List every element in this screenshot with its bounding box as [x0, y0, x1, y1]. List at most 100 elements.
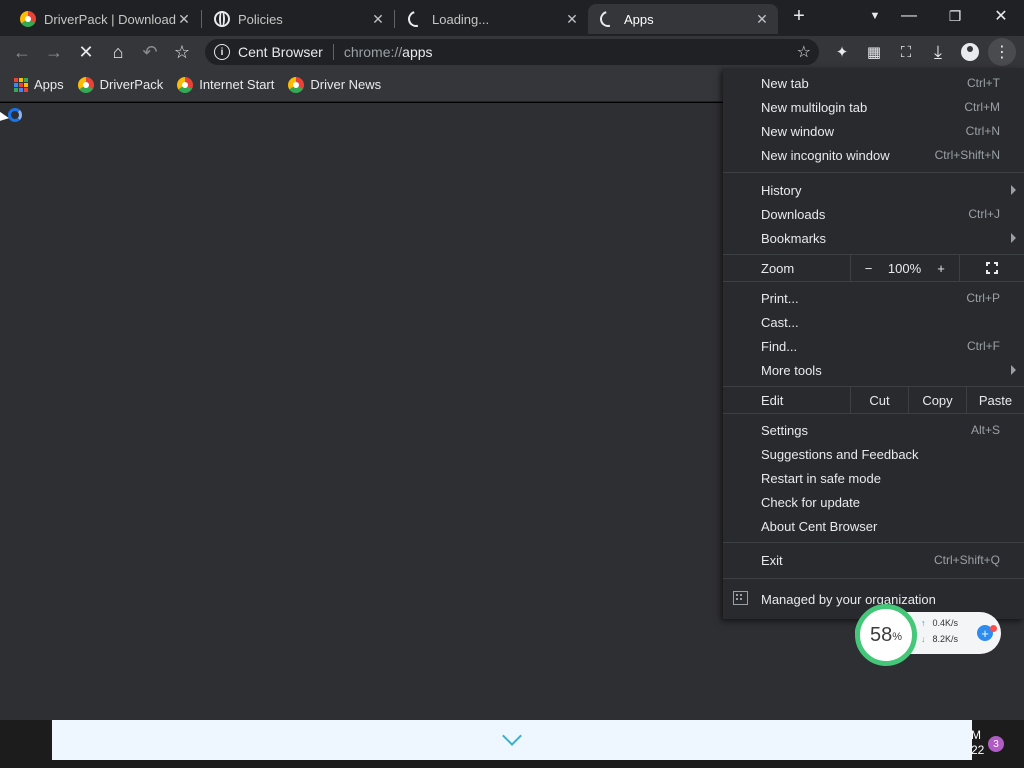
forward-button[interactable]: → [40, 38, 68, 66]
loading-spinner-icon [597, 8, 619, 30]
menu-item-label: New multilogin tab [761, 99, 868, 115]
menu-shortcut: Ctrl+N [965, 124, 1000, 138]
tab-strip: DriverPack | Download fr ✕ Policies ✕ Lo… [0, 0, 1024, 36]
menu-item-new-window[interactable]: New window Ctrl+N [723, 119, 1024, 143]
menu-button[interactable]: ⋮ [988, 38, 1016, 66]
menu-item-exit[interactable]: Exit Ctrl+Shift+Q [723, 548, 1024, 572]
home-button[interactable]: ⌂ [104, 38, 132, 66]
building-icon [733, 591, 748, 605]
menu-item-about[interactable]: About Cent Browser [723, 514, 1024, 538]
star-icon[interactable]: ☆ [797, 42, 811, 62]
memory-gauge[interactable]: 58% [855, 604, 917, 666]
tile-tabs-button[interactable]: ▦ [860, 38, 888, 66]
menu-item-cast[interactable]: Cast... [723, 310, 1024, 334]
menu-item-new-incognito-window[interactable]: New incognito window Ctrl+Shift+N [723, 143, 1024, 167]
menu-item-find[interactable]: Find... Ctrl+F [723, 334, 1024, 358]
downloads-button[interactable]: ⤓ [924, 38, 952, 66]
minimize-button[interactable]: — [886, 0, 932, 32]
menu-item-label: New window [761, 123, 834, 139]
bookmark-apps[interactable]: Apps [14, 77, 64, 92]
taskbar-clock[interactable]: M 22 [971, 728, 984, 758]
tab-title: Loading... [432, 11, 490, 27]
menu-shortcut: Ctrl+P [966, 291, 1000, 305]
new-tab-button[interactable]: + [777, 0, 821, 32]
menu-item-bookmarks[interactable]: Bookmarks [723, 226, 1024, 250]
address-bar[interactable]: i Cent Browser chrome://apps ☆ [205, 39, 819, 65]
close-icon[interactable]: ✕ [564, 11, 580, 27]
menu-item-label: Check for update [761, 494, 861, 510]
tab-driverpack[interactable]: DriverPack | Download fr ✕ [8, 4, 200, 34]
close-icon[interactable]: ✕ [370, 11, 386, 27]
bookmark-driverpack[interactable]: DriverPack [77, 76, 163, 93]
menu-item-settings[interactable]: Settings Alt+S [723, 418, 1024, 442]
menu-shortcut: Ctrl+J [968, 207, 1000, 221]
menu-item-check-update[interactable]: Check for update [723, 490, 1024, 514]
upload-arrow-icon: ↑ [921, 618, 926, 628]
globe-icon [214, 11, 230, 27]
tab-title: Policies [238, 11, 283, 27]
menu-item-new-tab[interactable]: New tab Ctrl+T [723, 71, 1024, 95]
fullscreen-button[interactable] [959, 255, 1023, 281]
menu-item-label: Find... [761, 338, 798, 354]
menu-item-label: Cast... [761, 314, 799, 330]
zoom-out-button[interactable]: − [850, 255, 886, 281]
apps-grid-icon [14, 77, 28, 92]
menu-item-label: Restart in safe mode [761, 470, 881, 486]
profile-button[interactable] [956, 38, 984, 66]
fullscreen-icon [985, 262, 998, 274]
account-icon [961, 43, 979, 61]
crop-button[interactable]: ⛶ [892, 38, 920, 66]
url-path: apps [402, 44, 433, 60]
menu-item-label: Print... [761, 290, 799, 306]
menu-item-new-multilogin-tab[interactable]: New multilogin tab Ctrl+M [723, 95, 1024, 119]
bookmark-driver-news[interactable]: Driver News [288, 76, 382, 93]
bookmark-star-button[interactable]: ☆ [168, 38, 196, 66]
extensions-button[interactable]: ✦ [828, 38, 856, 66]
menu-item-label: New tab [761, 75, 809, 91]
close-icon[interactable]: ✕ [754, 11, 770, 27]
tab-loading[interactable]: Loading... ✕ [396, 4, 588, 34]
menu-separator [723, 281, 1024, 282]
close-window-button[interactable]: ✕ [978, 0, 1024, 32]
tab-policies[interactable]: Policies ✕ [202, 4, 394, 34]
submenu-arrow-icon [1011, 233, 1016, 243]
tab-apps[interactable]: Apps ✕ [588, 4, 778, 34]
menu-shortcut: Ctrl+T [967, 76, 1000, 90]
site-chip-label: Cent Browser [238, 44, 323, 60]
driverpack-icon [77, 76, 94, 93]
bookmark-internet-start[interactable]: Internet Start [177, 76, 274, 93]
menu-item-label: Settings [761, 422, 808, 438]
menu-item-suggestions-feedback[interactable]: Suggestions and Feedback [723, 442, 1024, 466]
clock-line-1: M [971, 728, 981, 742]
menu-item-restart-safe-mode[interactable]: Restart in safe mode [723, 466, 1024, 490]
driverpack-icon [177, 76, 194, 93]
notification-strip[interactable] [52, 720, 972, 760]
gauge-percent-sign: % [892, 631, 903, 643]
site-info-icon[interactable]: i [214, 44, 230, 60]
stop-button[interactable]: ✕ [72, 38, 100, 66]
restore-button[interactable]: ❐ [932, 0, 978, 32]
menu-shortcut: Ctrl+M [964, 100, 1000, 114]
copy-button[interactable]: Copy [908, 387, 966, 413]
upload-speed-value: 0.4K/s [932, 618, 959, 628]
cut-button[interactable]: Cut [850, 387, 908, 413]
paste-button[interactable]: Paste [966, 387, 1024, 413]
bookmark-label: Driver News [310, 77, 382, 92]
notification-count-badge[interactable]: 3 [988, 736, 1004, 752]
undo-close-tab-button[interactable]: ↶ [136, 38, 164, 66]
tab-divider [394, 10, 395, 28]
menu-item-more-tools[interactable]: More tools [723, 358, 1024, 382]
driverpack-icon [20, 11, 36, 27]
loading-spinner-icon [405, 8, 427, 30]
menu-item-label: Exit [761, 552, 783, 568]
menu-item-label: About Cent Browser [761, 518, 878, 534]
zoom-in-button[interactable]: + [923, 255, 959, 281]
menu-row-zoom: Zoom − 100% + [723, 255, 1024, 281]
chevron-down-icon[interactable] [502, 726, 522, 746]
close-icon[interactable]: ✕ [176, 11, 192, 27]
menu-separator [723, 542, 1024, 543]
menu-item-history[interactable]: History [723, 178, 1024, 202]
menu-item-print[interactable]: Print... Ctrl+P [723, 286, 1024, 310]
back-button[interactable]: ← [8, 38, 36, 66]
menu-item-downloads[interactable]: Downloads Ctrl+J [723, 202, 1024, 226]
